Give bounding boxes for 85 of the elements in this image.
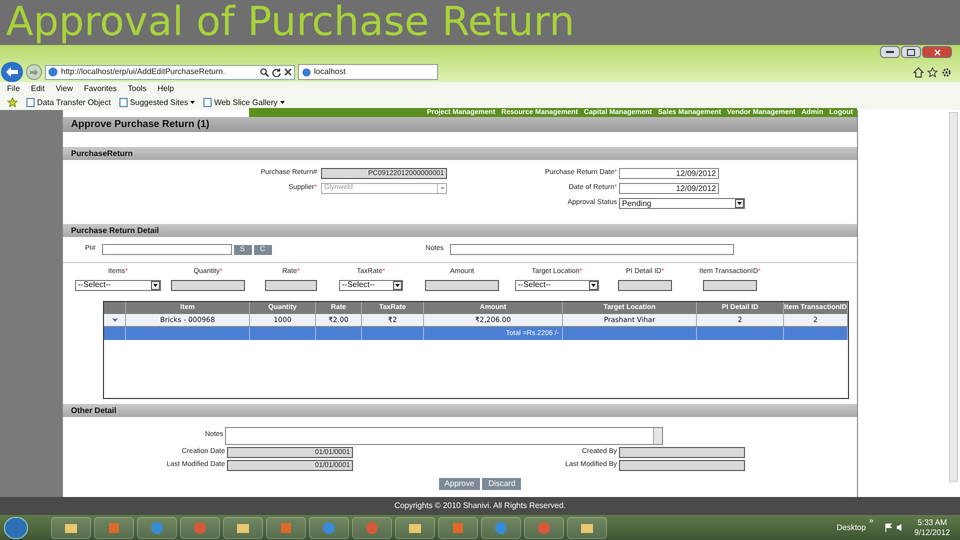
toolbar-label[interactable]: Desktop [836,522,866,534]
home-icon[interactable] [913,66,924,78]
favorites-link[interactable]: Web Slice Gallery [203,96,285,108]
date-field[interactable]: 12/09/2012 [619,168,719,179]
settings-icon[interactable] [941,66,952,78]
caret-icon [591,284,596,286]
left-arrow-icon [6,67,18,77]
readonly-field[interactable] [619,446,745,458]
select-field[interactable]: --Select-- [75,280,161,290]
star-icon[interactable] [7,97,18,108]
date-field[interactable]: 12/09/2012 [619,183,719,194]
taskbar-button[interactable] [223,516,263,538]
page-title: Approve Purchase Return (1) [63,117,857,132]
taskbar-button[interactable] [395,516,435,538]
action-button[interactable]: Discard [482,478,522,490]
section-header: PurchaseReturn [63,147,857,160]
maximize-button[interactable] [901,46,921,58]
scrollbar[interactable] [949,112,958,482]
menu-item[interactable]: View [56,82,73,94]
page-icon [26,98,35,107]
menu-item[interactable]: Help [157,82,174,94]
tab-title: localhost [314,66,346,78]
caret-icon [153,284,158,286]
chevron-text[interactable]: » [868,515,874,527]
readonly-field[interactable] [703,280,757,290]
favorites-link[interactable]: Suggested Sites [118,96,196,108]
menu-item[interactable]: File [7,82,20,94]
readonly-field[interactable] [425,280,499,290]
taskbar-button[interactable] [524,516,564,538]
select-field[interactable]: --Select-- [339,280,403,290]
taskbar-button[interactable] [567,516,607,538]
taskbar-button[interactable] [137,516,177,538]
readonly-field[interactable] [265,280,317,290]
clock-time: 5:33 AM [918,518,947,528]
start-button[interactable] [4,516,28,538]
back-button[interactable] [1,62,23,82]
caret-icon [395,284,400,286]
caret-icon [190,101,196,104]
restore-icon [907,48,915,56]
minimize-button[interactable] [880,46,900,58]
menu-item[interactable]: Edit [30,82,45,94]
pi-input[interactable] [102,244,232,255]
minimize-icon [886,51,894,53]
section-header: Other Detail [63,404,857,416]
taskbar-button[interactable] [180,516,220,538]
caret-icon [440,187,444,190]
close-icon [934,48,940,56]
action-button[interactable]: Approve [438,478,480,490]
url-text: http://localhost/erp/ui/AddEditPurchaseReturn. [61,66,226,78]
clock-date: 9/12/2012 [914,528,950,538]
page-footer: Copyrights © 2010 Shanivi. All Rights Reserved. [0,497,960,515]
readonly-field[interactable] [618,280,672,290]
address-bar[interactable]: http://localhost/erp/ui/AddEditPurchaseReturn. [45,64,295,80]
menu-item[interactable]: Tools [128,82,146,94]
caret-icon [280,101,285,104]
browser-tab[interactable]: localhost [298,64,438,80]
caret-icon [737,202,742,205]
page-icon [203,98,212,107]
notes-textarea[interactable] [225,426,664,444]
favorites-link[interactable]: Data Transfer Object [26,96,111,108]
forward-button[interactable] [26,64,42,80]
taskbar-button[interactable] [94,516,134,538]
taskbar-button[interactable] [352,516,392,538]
taskbar-button[interactable] [481,516,521,538]
menu-item[interactable]: Favorites [84,82,117,94]
section-header: Purchase Return Detail [63,224,857,237]
taskbar-button[interactable] [51,516,91,538]
readonly-field[interactable] [171,280,245,290]
star-icon[interactable] [927,66,938,78]
page-icon [118,98,128,107]
flag-icon[interactable] [884,523,894,532]
refresh-icon [272,68,281,76]
taskbar-button[interactable] [438,516,478,538]
select-field[interactable]: Pending [619,198,745,209]
readonly-field[interactable] [619,460,745,470]
slide-title: Approval of Purchase Return [6,0,575,45]
taskbar-button[interactable] [309,516,349,538]
close-icon [284,68,292,76]
right-arrow-icon [30,68,38,76]
notes-input[interactable] [450,244,734,255]
close-button[interactable] [922,46,952,58]
taskbar-button[interactable] [266,516,306,538]
search-icon [260,68,269,76]
scrollbar[interactable] [653,428,662,444]
select-field[interactable]: --Select-- [515,280,599,290]
